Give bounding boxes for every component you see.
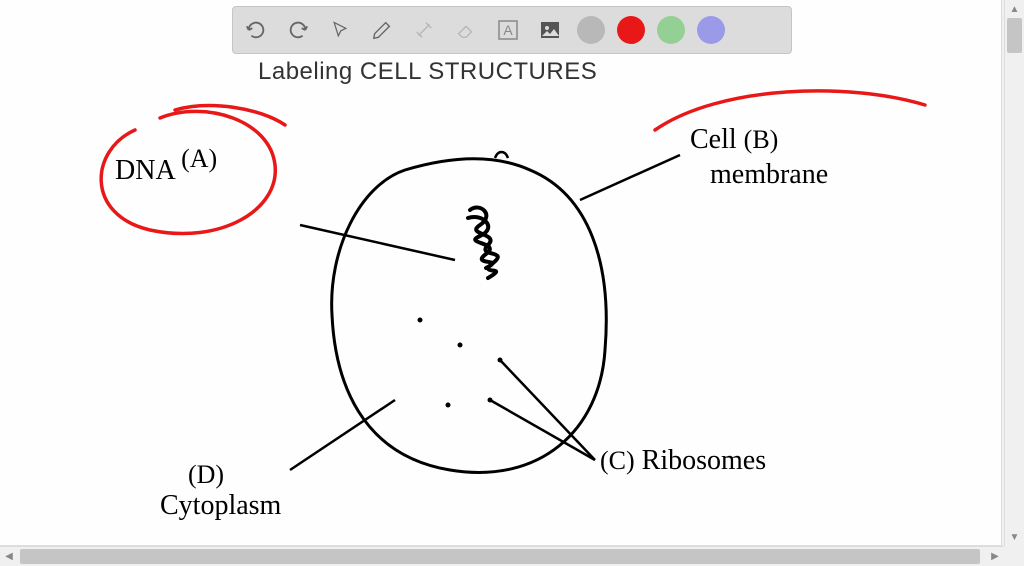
text-tool-icon[interactable]: A (493, 15, 523, 45)
label-c-text: (C) Ribosomes (600, 445, 766, 477)
redo-icon[interactable] (283, 15, 313, 45)
label-d-name: Cytoplasm (160, 490, 281, 521)
label-c-letter: (C) (600, 446, 635, 475)
label-a-letter: (A) (181, 144, 217, 173)
label-b-letter: (B) (744, 125, 779, 154)
horizontal-scrollbar-thumb[interactable] (20, 549, 980, 564)
color-red[interactable] (617, 16, 645, 44)
drawing-toolbar: A (232, 6, 792, 54)
page-title: Labeling CELL STRUCTURES (258, 58, 597, 86)
color-gray[interactable] (577, 16, 605, 44)
label-d-text: (D) Cytoplasm (160, 460, 281, 522)
scroll-right-arrow-icon[interactable]: ▶ (986, 547, 1004, 566)
label-d-letter: (D) (188, 460, 224, 489)
vertical-scrollbar[interactable]: ▲ ▼ (1004, 0, 1024, 546)
undo-icon[interactable] (241, 15, 271, 45)
label-b-line1: Cell (690, 124, 737, 155)
scroll-down-arrow-icon[interactable]: ▼ (1005, 528, 1024, 546)
color-purple[interactable] (697, 16, 725, 44)
color-green[interactable] (657, 16, 685, 44)
label-a-name: DNA (115, 155, 174, 186)
label-c-name: Ribosomes (642, 445, 766, 476)
label-b-text: Cell (B) membrane (690, 122, 828, 192)
pen-icon[interactable] (367, 15, 397, 45)
svg-text:A: A (503, 22, 513, 38)
scroll-up-arrow-icon[interactable]: ▲ (1005, 0, 1024, 18)
scroll-left-arrow-icon[interactable]: ◀ (0, 547, 18, 566)
image-tool-icon[interactable] (535, 15, 565, 45)
horizontal-scrollbar[interactable]: ◀ ▶ (0, 546, 1004, 566)
label-b-line2: membrane (710, 159, 828, 190)
tools-icon[interactable] (409, 15, 439, 45)
pointer-icon[interactable] (325, 15, 355, 45)
whiteboard-canvas[interactable]: Labeling CELL STRUCTURES A (0, 0, 1002, 546)
label-a-text: DNA (A) (115, 155, 217, 187)
vertical-scrollbar-thumb[interactable] (1007, 18, 1022, 53)
eraser-icon[interactable] (451, 15, 481, 45)
